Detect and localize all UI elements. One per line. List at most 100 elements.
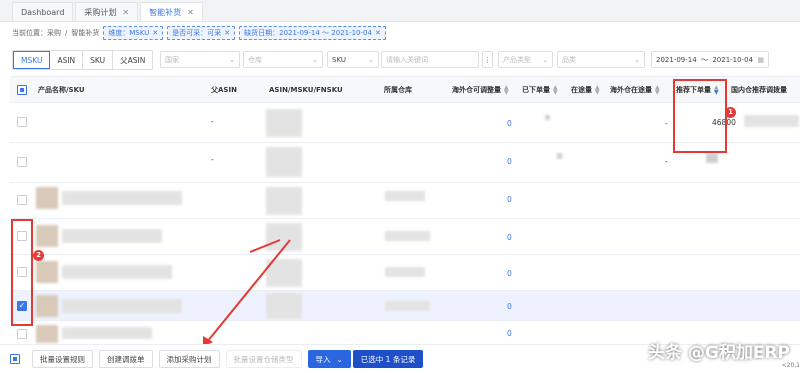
header-label: 国内仓推荐调拨量 <box>731 86 787 94</box>
filter-chip-purchasable[interactable]: 是否可采：可采 ✕ <box>167 26 236 40</box>
header-in-transit[interactable]: 在途量 ▲ ▼ <box>571 77 600 103</box>
tab-dashboard[interactable]: Dashboard <box>12 2 74 21</box>
cell-parent-asin: - <box>211 155 214 164</box>
select-placeholder: 产品类型 <box>503 55 531 64</box>
cell-overseas-adjust[interactable]: 0 <box>507 329 512 338</box>
date-end: 2021-10-04 <box>712 55 754 64</box>
cell-overseas-adjust[interactable]: 0 <box>507 157 512 166</box>
row-checkbox[interactable] <box>17 117 27 127</box>
sort-icon[interactable]: ▲ ▼ <box>504 85 509 96</box>
header-product[interactable]: 产品名称/SKU <box>38 77 85 103</box>
date-separator: ～ <box>701 55 709 64</box>
product-image <box>36 225 58 247</box>
warehouse-select[interactable]: 仓库 ⌄ <box>243 51 323 68</box>
more-options-icon[interactable]: ⋮ <box>482 51 493 68</box>
filter-chip-dimension[interactable]: 维度：MSKU ✕ <box>103 26 164 40</box>
cell-overseas-adjust[interactable]: 0 <box>507 119 512 128</box>
date-range-picker[interactable]: 2021-09-14 ～ 2021-10-04 ▦ <box>651 51 769 68</box>
close-icon[interactable]: ✕ <box>375 29 381 37</box>
cell-overseas-adjust[interactable]: 0 <box>507 269 512 278</box>
cell-overseas-adjust[interactable]: 0 <box>507 195 512 204</box>
redacted-asin <box>266 223 302 251</box>
cell-overseas-adjust[interactable]: 0 <box>507 233 512 242</box>
annotation-badge-1: 1 <box>725 107 736 118</box>
sort-icon[interactable]: ▲ ▼ <box>595 85 600 96</box>
redacted-warehouse <box>385 301 430 311</box>
product-image <box>36 295 58 317</box>
redacted-product <box>62 265 172 279</box>
footer-select-checkbox[interactable] <box>10 354 20 364</box>
row-checkbox[interactable] <box>17 157 27 167</box>
redacted-product <box>62 327 152 339</box>
redacted-product <box>62 299 182 313</box>
redacted-domestic <box>744 115 799 127</box>
header-label: 已下单量 <box>522 86 550 94</box>
create-transfer-button[interactable]: 创建调拨单 <box>99 350 153 368</box>
search-input[interactable]: 请输入关键词 <box>381 51 479 68</box>
search-field-select[interactable]: SKU ⌄ <box>327 51 379 68</box>
redacted-product <box>62 191 182 205</box>
close-icon[interactable]: ✕ <box>224 29 230 37</box>
category-select[interactable]: 品类 ⌄ <box>557 51 645 68</box>
redacted-asin <box>266 187 302 215</box>
add-purchase-plan-button[interactable]: 添加采购计划 <box>158 350 220 368</box>
close-icon[interactable]: ✕ <box>187 8 194 17</box>
tab-purchase-plan[interactable]: 采购计划 ✕ <box>75 2 139 21</box>
pagination[interactable]: <20,1 <box>782 362 800 369</box>
product-type-select[interactable]: 产品类型 ⌄ <box>498 51 553 68</box>
batch-rules-button[interactable]: 批量设置规则 <box>32 350 93 368</box>
table-row-selected[interactable]: ✓ 0 <box>10 291 800 321</box>
dimension-sku[interactable]: SKU <box>83 51 114 69</box>
header-overseas-transit[interactable]: 海外仓在途量 ▲ ▼ <box>610 77 660 103</box>
chip-label: 维度：MSKU <box>108 29 150 37</box>
header-ordered[interactable]: 已下单量 ▲ ▼ <box>522 77 558 103</box>
watermark: 头条 @G积加ERP <box>647 343 790 363</box>
filter-chip-stockout-date[interactable]: 缺货日期：2021-09-14 ～ 2021-10-04 ✕ <box>239 26 386 40</box>
header-domestic-transfer[interactable]: 国内仓推荐调拨量 <box>731 77 787 103</box>
highlight-recommended-column <box>673 79 727 153</box>
redacted-warehouse <box>385 267 425 277</box>
product-image <box>36 261 58 283</box>
tab-label: Dashboard <box>21 7 65 17</box>
redacted-recommended <box>706 153 718 163</box>
table-row[interactable]: 0 <box>10 183 800 219</box>
redacted-asin <box>266 109 302 137</box>
tab-label: 采购计划 <box>84 7 117 17</box>
row-checkbox[interactable] <box>17 195 27 205</box>
table-row[interactable]: 0 <box>10 219 800 255</box>
sort-icon[interactable]: ▲ ▼ <box>655 85 660 96</box>
header-warehouse[interactable]: 所属仓库 <box>384 77 412 103</box>
header-asin[interactable]: ASIN/MSKU/FNSKU <box>269 77 343 103</box>
header-parent-asin[interactable]: 父ASIN <box>211 77 237 103</box>
cell-parent-asin: - <box>211 117 214 126</box>
breadcrumb-separator: / <box>65 29 68 37</box>
dimension-parent-asin[interactable]: 父ASIN <box>113 51 152 69</box>
product-image <box>36 325 58 343</box>
close-icon[interactable]: ✕ <box>122 8 129 17</box>
header-overseas-adjust[interactable]: 海外仓可调整量 ▲ ▼ <box>452 77 509 103</box>
redacted-warehouse <box>385 191 425 201</box>
dimension-msku[interactable]: MSKU <box>13 51 51 69</box>
close-icon[interactable]: ✕ <box>152 29 158 37</box>
redacted-ordered <box>545 115 550 120</box>
breadcrumb-current: 智能补货 <box>71 29 100 37</box>
cell-overseas-adjust[interactable]: 0 <box>507 302 512 311</box>
dimension-asin[interactable]: ASIN <box>50 51 84 69</box>
table-row[interactable]: 0 <box>10 255 800 291</box>
row-checkbox[interactable] <box>17 329 27 339</box>
date-start: 2021-09-14 <box>656 55 697 64</box>
country-select[interactable]: 国家 ⌄ <box>160 51 240 68</box>
select-all-checkbox[interactable] <box>17 85 27 95</box>
redacted-warehouse <box>385 231 430 241</box>
chevron-down-icon: ⌄ <box>368 55 374 64</box>
select-placeholder: 仓库 <box>248 55 262 64</box>
tab-bar: Dashboard 采购计划 ✕ 智能补货 ✕ <box>0 0 800 22</box>
select-value: SKU <box>332 55 346 64</box>
sort-icon[interactable]: ▲ ▼ <box>553 85 558 96</box>
tab-smart-replenish[interactable]: 智能补货 ✕ <box>140 2 203 21</box>
chip-label: 缺货日期：2021-09-14 ～ 2021-10-04 <box>244 29 372 37</box>
import-button[interactable]: 导入 ⌄ <box>307 350 351 368</box>
redacted-asin <box>266 293 302 319</box>
redacted-asin <box>266 259 302 287</box>
batch-warehouse-type-button[interactable]: 批量设置仓储类型 <box>225 350 302 368</box>
